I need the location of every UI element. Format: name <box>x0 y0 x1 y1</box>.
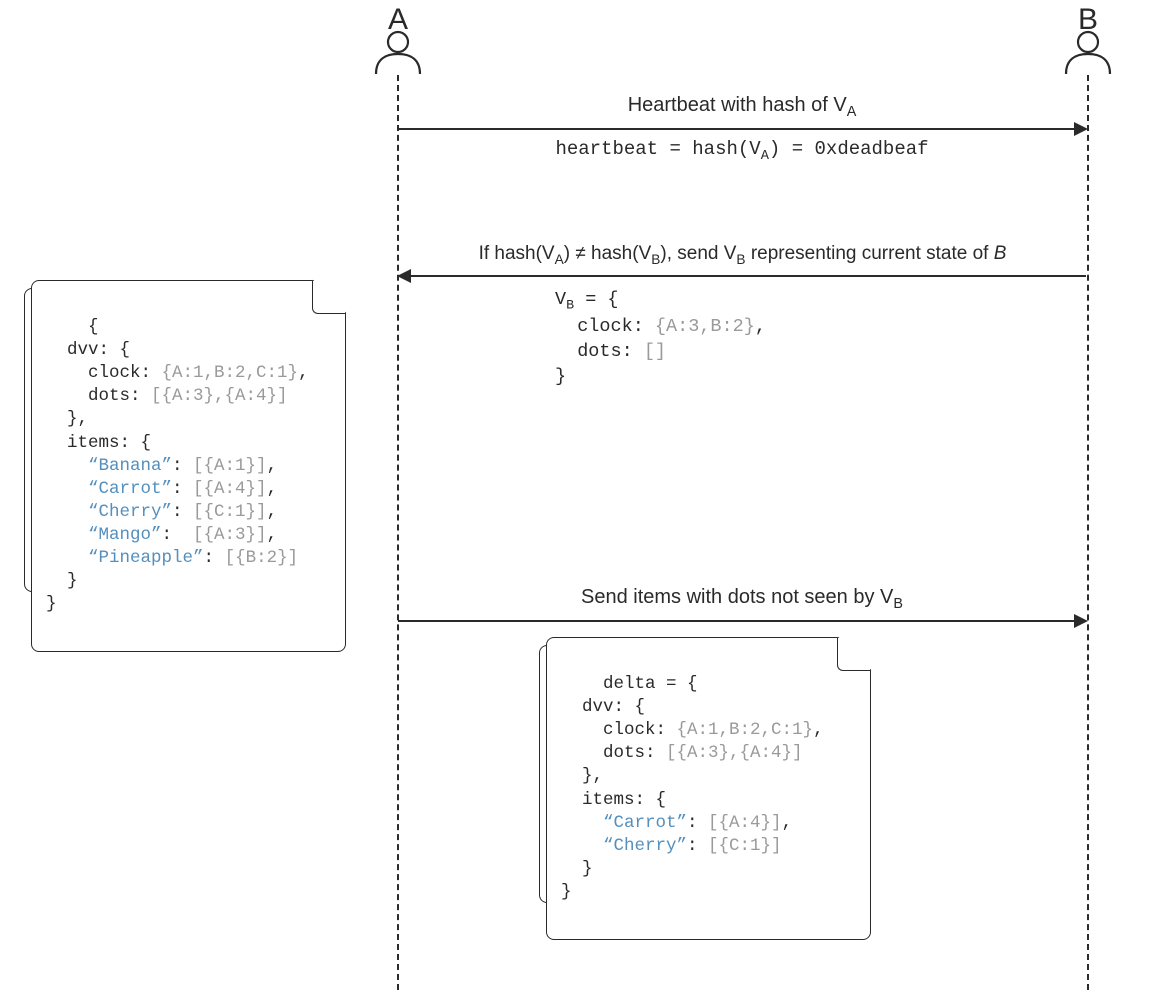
lifeline-a <box>397 75 399 990</box>
delta-note: delta = { dvv: { clock: {A:1,B:2,C:1}, d… <box>546 637 871 940</box>
arrow-send-vb: If hash(VA) ≠ hash(VB), send VB represen… <box>399 275 1086 277</box>
arrow-heartbeat-label: Heartbeat with hash of VA <box>398 94 1086 120</box>
delta-code: delta = { dvv: { clock: {A:1,B:2,C:1}, d… <box>561 674 824 902</box>
arrow-send-vb-label: If hash(VA) ≠ hash(VB), send VB represen… <box>399 243 1086 267</box>
state-a-note: { dvv: { clock: {A:1,B:2,C:1}, dots: [{A… <box>31 280 346 652</box>
arrow-heartbeat: Heartbeat with hash of VA heartbeat = ha… <box>398 128 1086 130</box>
arrow-heartbeat-code: heartbeat = hash(VA) = 0xdeadbeaf <box>398 138 1086 164</box>
user-icon <box>1061 30 1115 74</box>
arrow-send-delta-label: Send items with dots not seen by VB <box>398 586 1086 612</box>
vb-code-block: VB = { clock: {A:3,B:2}, dots: [] } <box>555 288 766 390</box>
arrow-send-delta: Send items with dots not seen by VB <box>398 620 1086 622</box>
user-icon <box>371 30 425 74</box>
actor-b: B <box>1057 5 1119 74</box>
lifeline-b <box>1087 75 1089 990</box>
state-a-code: { dvv: { clock: {A:1,B:2,C:1}, dots: [{A… <box>46 317 309 614</box>
actor-a: A <box>367 5 429 74</box>
